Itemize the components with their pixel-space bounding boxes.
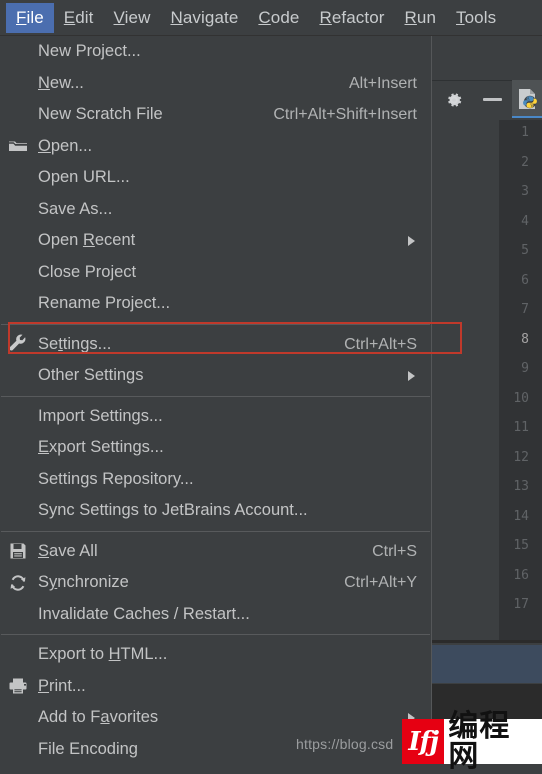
line-number: 2 [521,154,529,170]
python-file-icon [516,88,538,110]
menu-item-save-all[interactable]: Save All Ctrl+S [0,536,431,568]
menu-item-label: Save As... [38,199,113,218]
menu-item-new-scratch-file[interactable]: New Scratch File Ctrl+Alt+Shift+Insert [0,99,431,131]
menu-item-new[interactable]: New... Alt+Insert [0,68,431,100]
line-number: 9 [521,361,529,376]
line-number: 13 [513,479,529,494]
menu-item-save-as[interactable]: Save As... [0,194,431,226]
menubar-item-file[interactable]: File [6,2,54,33]
menu-item-label: New Project... [38,42,141,61]
menu-item-invalidate-caches-restart[interactable]: Invalidate Caches / Restart... [0,599,431,631]
panel-divider [430,640,542,643]
menu-item-synchronize[interactable]: Synchronize Ctrl+Alt+Y [0,567,431,599]
menu-item-other-settings[interactable]: Other Settings [0,360,431,392]
menu-item-label: Open... [38,136,93,155]
line-number: 11 [513,420,529,435]
menu-item-label: Add to Favorites [38,708,159,727]
editor-tab-python-file[interactable] [512,80,542,118]
menu-item-label: Open Recent [38,231,136,250]
wrench-icon [8,334,28,354]
menu-item-label: Close Project [38,262,137,281]
menu-item-open[interactable]: Open... [0,131,431,163]
menu-item-close-project[interactable]: Close Project [0,257,431,289]
menu-bar: File Edit View Navigate Code Refactor Run Tools [0,0,542,36]
menu-item-label: Sync Settings to JetBrains Account... [38,501,308,520]
menu-item-label: Print... [38,676,86,695]
line-number: 3 [521,184,529,199]
watermark-logo-mark: Ifj [402,719,445,764]
menu-item-rename-project[interactable]: Rename Project... [0,288,431,320]
line-number: 7 [521,302,529,317]
line-number: 16 [513,567,529,583]
editor-scrollbar-track[interactable] [488,118,499,640]
menu-item-print[interactable]: Print... [0,671,431,703]
line-number: 6 [521,272,529,288]
menu-item-shortcut: Ctrl+Alt+Y [344,574,417,592]
menu-item-label: New... [38,73,84,92]
menu-item-label: Synchronize [38,573,129,592]
menu-item-new-project[interactable]: New Project... [0,36,431,68]
menubar-item-edit[interactable]: Edit [54,3,104,33]
menu-item-sync-settings-to-jetbrains-account[interactable]: Sync Settings to JetBrains Account... [0,495,431,527]
menubar-item-run[interactable]: Run [395,3,447,33]
line-number: 4 [521,213,529,229]
menubar-item-view[interactable]: View [104,3,161,33]
line-number: 12 [513,449,529,465]
menu-item-label: Import Settings... [38,406,163,425]
line-number: 17 [513,597,529,612]
folder-icon [8,136,28,156]
printer-icon [8,676,28,696]
refresh-icon [8,573,28,593]
menubar-item-tools[interactable]: Tools [446,3,506,33]
menu-item-label: New Scratch File [38,105,163,124]
menu-item-label: Settings Repository... [38,469,194,488]
menubar-item-refactor[interactable]: Refactor [309,3,394,33]
editor-gutter-line-numbers: 1 2 3 4 5 6 7 8 9 10 11 12 13 14 15 16 17 [499,120,542,640]
watermark-url: https://blog.csd [296,736,394,752]
menu-item-settings-repository[interactable]: Settings Repository... [0,464,431,496]
line-number: 10 [513,390,529,406]
menu-item-label: Open URL... [38,168,130,187]
menu-separator [1,530,430,532]
file-dropdown-menu: New Project... New... Alt+Insert New Scratc… [0,36,432,764]
menu-item-label: Export to HTML... [38,645,168,664]
watermark-logo: Ifj 编程网 [402,711,542,771]
menu-item-shortcut: Ctrl+S [372,542,417,560]
menubar-item-code[interactable]: Code [248,3,309,33]
gear-icon[interactable] [444,90,464,110]
menu-item-label: Other Settings [38,366,144,385]
selected-row[interactable] [430,645,542,683]
menu-item-export-to-html[interactable]: Export to HTML... [0,639,431,671]
menu-separator [1,634,430,635]
menu-item-import-settings[interactable]: Import Settings... [0,401,431,433]
menu-item-export-settings[interactable]: Export Settings... [0,432,431,464]
menu-item-add-to-favorites[interactable]: Add to Favorites [0,702,431,734]
minimize-icon[interactable] [483,98,502,101]
menu-item-label: Invalidate Caches / Restart... [38,604,250,623]
save-icon [8,541,28,561]
menu-item-shortcut: Alt+Insert [348,74,417,92]
submenu-arrow-icon [408,235,415,246]
line-number: 1 [521,125,529,140]
menu-item-label: Save All [38,541,98,560]
menu-item-shortcut: Ctrl+Alt+Shift+Insert [273,106,417,124]
watermark-logo-text: 编程网 [444,711,542,771]
line-number: 5 [521,243,529,258]
menu-item-label: Export Settings... [38,438,164,457]
menubar-item-navigate[interactable]: Navigate [160,3,248,33]
menu-item-shortcut: Ctrl+Alt+S [344,335,417,353]
line-number: 15 [513,538,529,553]
menu-item-label: Rename Project... [38,294,171,313]
line-number: 8 [521,331,529,347]
menu-item-label: File Encoding [38,739,138,758]
menu-item-settings[interactable]: Settings... Ctrl+Alt+S [0,329,431,361]
submenu-arrow-icon [408,370,415,381]
ide-background: 1 2 3 4 5 6 7 8 9 10 11 12 13 14 15 16 17 File Edit View Na… [0,0,542,771]
line-number: 14 [513,508,529,524]
menu-separator [1,323,430,325]
menu-item-label: Settings... [38,334,112,353]
menu-item-open-url[interactable]: Open URL... [0,162,431,194]
menu-item-open-recent[interactable]: Open Recent [0,225,431,257]
menu-separator [1,395,430,397]
